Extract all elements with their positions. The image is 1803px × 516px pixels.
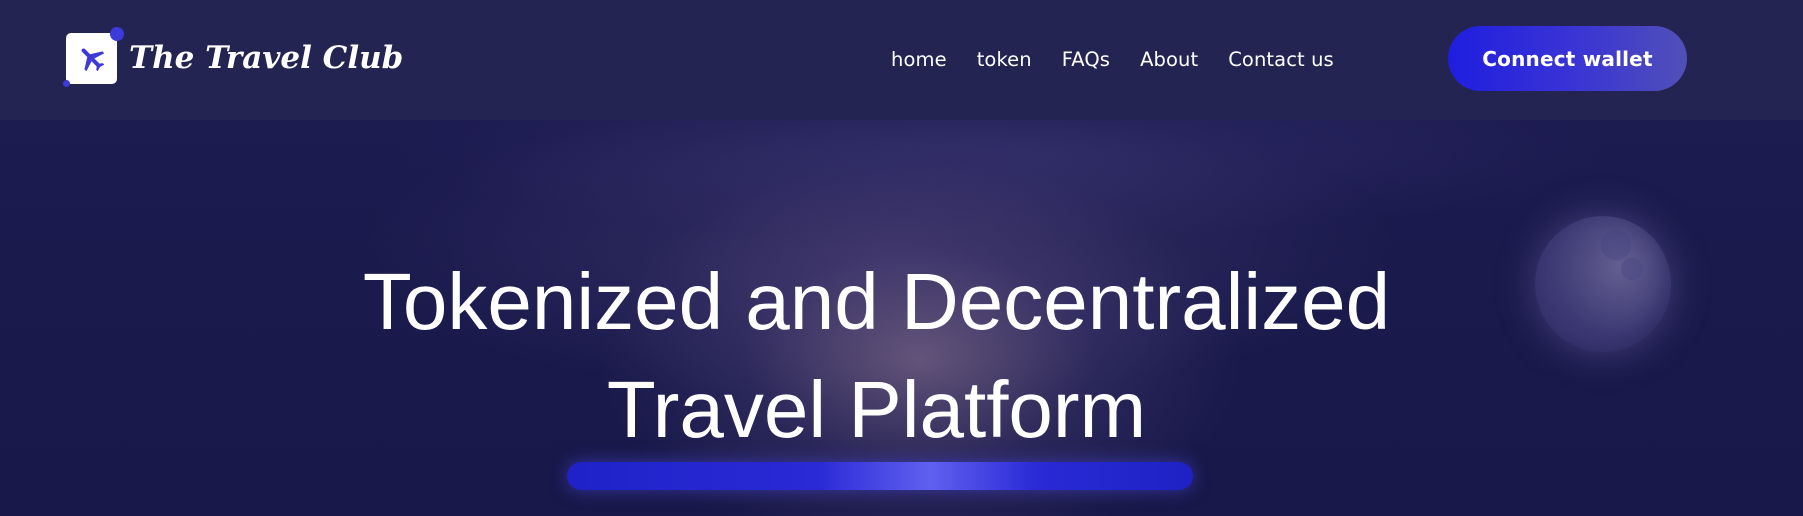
main-nav: home token FAQs About Contact us <box>891 44 1334 74</box>
logo-dot-decoration <box>110 26 124 41</box>
hero-title-line-2: Travel Platform <box>606 365 1147 454</box>
nav-link-home[interactable]: home <box>891 48 947 71</box>
logo <box>63 26 124 87</box>
nav-link-about[interactable]: About <box>1140 48 1198 71</box>
airplane-icon <box>81 48 104 72</box>
brand-home-link[interactable]: The Travel Club <box>63 26 404 87</box>
connect-wallet-button[interactable]: Connect wallet <box>1448 26 1687 91</box>
nav-link-token[interactable]: token <box>977 48 1032 71</box>
logo-dot-decoration <box>63 79 70 87</box>
hero-title: Tokenized and Decentralized Travel Platf… <box>0 248 1803 464</box>
hero-accent-bar <box>567 462 1193 490</box>
site-header: The Travel Club home token FAQs About Co… <box>0 0 1803 120</box>
nav-link-faqs[interactable]: FAQs <box>1062 48 1110 71</box>
hero-title-line-1: Tokenized and Decentralized <box>362 257 1391 346</box>
nav-link-contact[interactable]: Contact us <box>1228 48 1334 71</box>
brand-name: The Travel Club <box>129 40 404 76</box>
landing-page: The Travel Club home token FAQs About Co… <box>0 0 1803 516</box>
